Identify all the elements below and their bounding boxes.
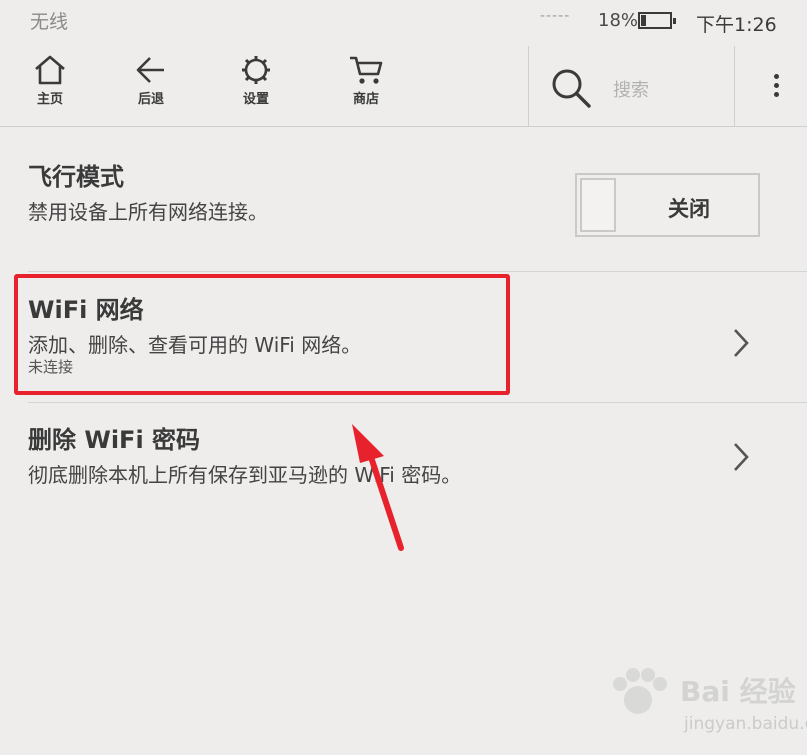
settings-label: 设置 [242,92,269,107]
more-menu-button[interactable] [766,74,786,104]
watermark-brand: Bai 经验 [680,675,796,708]
wifi-connection-status: 未连接 [28,358,74,376]
airplane-mode-description: 禁用设备上所有网络连接。 [28,200,268,224]
divider [28,402,807,403]
settings-button[interactable]: 设置 [221,54,291,107]
delete-wifi-passwords-title: 删除 WiFi 密码 [28,426,201,454]
divider [28,271,807,272]
store-label: 商店 [352,92,379,107]
back-button[interactable]: 后退 [116,54,186,107]
search-icon [552,69,591,108]
airplane-mode-title: 飞行模式 [28,163,124,191]
network-status: 无线 [30,11,69,33]
store-button[interactable]: 商店 [331,54,401,107]
battery-icon [638,12,676,29]
chevron-right-icon [734,443,749,471]
home-label: 主页 [36,92,63,107]
toolbar: 主页 后退 设置 商店 搜索 [0,46,807,127]
clock: 下午1:26 [696,14,777,36]
baidu-watermark: Bai 经验 jingyan.baidu.com [598,664,807,748]
chevron-right-icon [734,329,749,357]
status-bar: 无线 ----- 18% 下午1:26 [0,0,807,44]
back-label: 后退 [137,92,164,107]
battery-percent: 18% [598,10,639,31]
wifi-networks-description: 添加、删除、查看可用的 WiFi 网络。 [28,333,362,357]
cart-icon [350,56,383,84]
delete-wifi-passwords-description: 彻底删除本机上所有保存到亚马逊的 WiFi 密码。 [28,463,462,487]
back-arrow-icon [136,57,164,83]
wifi-networks-title: WiFi 网络 [28,296,144,324]
home-button[interactable]: 主页 [15,54,85,107]
delete-wifi-passwords-row[interactable]: 删除 WiFi 密码 彻底删除本机上所有保存到亚马逊的 WiFi 密码。 [0,405,807,500]
watermark-url: jingyan.baidu.com [684,714,807,734]
search-placeholder: 搜索 [613,80,649,101]
search-input[interactable]: 搜索 [528,46,735,126]
gear-icon [242,56,270,84]
home-icon [35,55,65,85]
wifi-networks-row[interactable]: WiFi 网络 添加、删除、查看可用的 WiFi 网络。 未连接 [0,275,807,400]
toggle-state-label: 关闭 [668,197,710,221]
toggle-knob [580,178,616,232]
signal-indicator: ----- [540,8,571,24]
battery-fill [641,15,646,26]
airplane-mode-toggle[interactable]: 关闭 [575,173,760,237]
paw-logo-icon [613,668,667,714]
